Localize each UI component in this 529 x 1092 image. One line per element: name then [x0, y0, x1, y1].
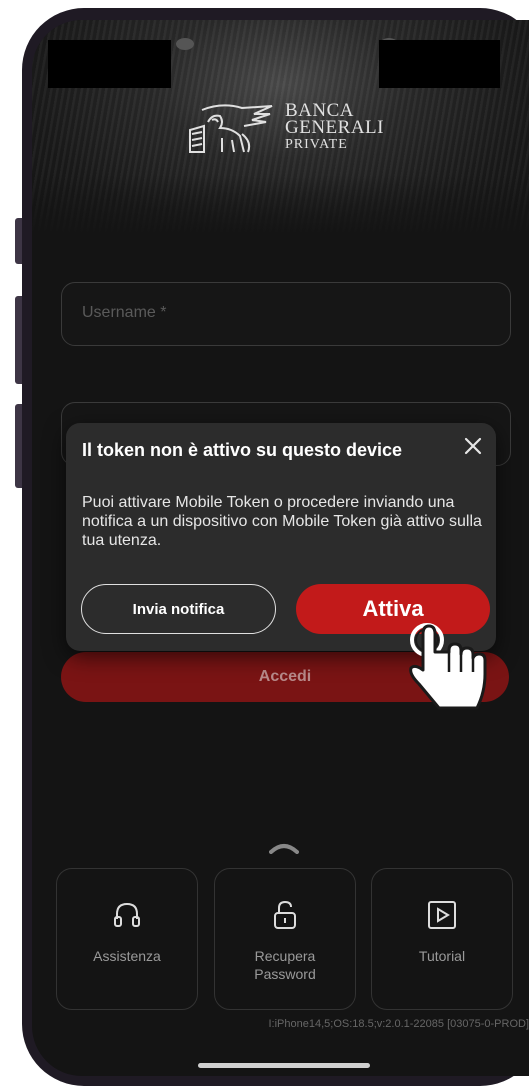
lion-logo-icon: [189, 104, 273, 153]
invia-notifica-button[interactable]: Invia notifica: [81, 584, 276, 634]
play-icon: [428, 901, 456, 929]
brand-line3: PRIVATE: [285, 137, 348, 152]
brand-line2: GENERALI: [285, 117, 384, 138]
headset-icon: [114, 902, 140, 927]
accedi-label: Accedi: [258, 668, 312, 685]
tutorial-tile[interactable]: Tutorial: [371, 868, 513, 1010]
close-icon[interactable]: [460, 433, 486, 459]
device-info: I:iPhone14,5;OS:18.5;v:2.0.1-22085 [0307…: [268, 1018, 529, 1030]
home-indicator[interactable]: [198, 1063, 370, 1068]
unlock-icon: [274, 900, 296, 929]
redaction-right: [379, 40, 500, 88]
username-field[interactable]: Username *: [61, 282, 511, 346]
recupera-password-tile[interactable]: Recupera Password: [214, 868, 356, 1010]
username-placeholder: Username *: [82, 304, 167, 321]
recupera-password-label: Recupera Password: [254, 948, 316, 982]
dialog-title: Il token non è attivo su questo device: [82, 440, 403, 460]
brand-logo: BANCA GENERALI PRIVATE: [182, 101, 402, 162]
assistenza-label: Assistenza: [93, 948, 161, 964]
invia-notifica-label: Invia notifica: [132, 600, 225, 618]
pointer-hand-icon: [409, 623, 487, 710]
chevron-up-icon[interactable]: [269, 840, 299, 854]
dialog-body: Puoi attivare Mobile Token o procedere i…: [82, 494, 482, 549]
assistenza-tile[interactable]: Assistenza: [56, 868, 198, 1010]
redaction-left: [48, 40, 171, 88]
tutorial-label: Tutorial: [418, 948, 466, 964]
